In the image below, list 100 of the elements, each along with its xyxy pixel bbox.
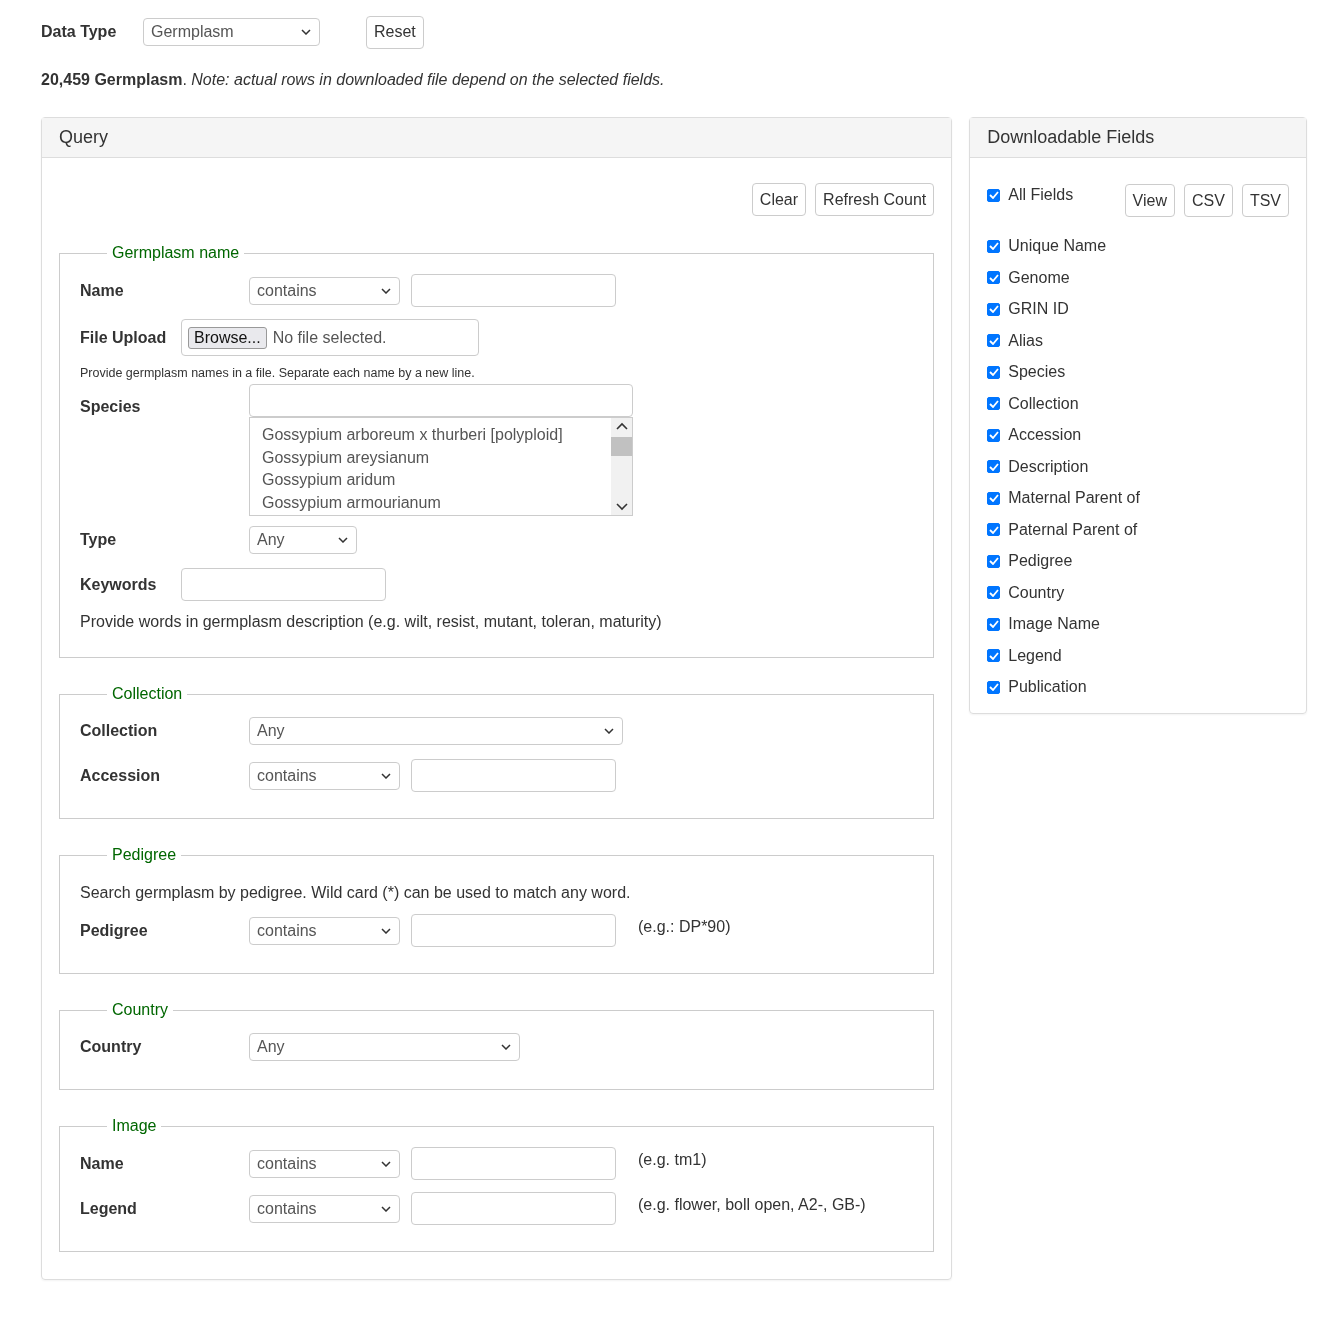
input-field[interactable] bbox=[411, 759, 616, 792]
field-label: Type bbox=[80, 531, 118, 549]
checkbox-label: Collection bbox=[1008, 394, 1079, 413]
fieldset-legend: Image bbox=[107, 1117, 162, 1135]
checkbox[interactable] bbox=[987, 617, 1001, 631]
field-label: Pedigree bbox=[80, 921, 149, 940]
operator-select[interactable]: contains bbox=[249, 276, 400, 305]
scrollbar-thumb[interactable] bbox=[611, 437, 632, 456]
panel-title: Query bbox=[42, 118, 952, 158]
checkbox-label: Genome bbox=[1008, 268, 1070, 287]
checkbox-label: Image Name bbox=[1008, 615, 1100, 634]
checkbox-label: All Fields bbox=[1008, 186, 1074, 204]
input-field[interactable] bbox=[411, 1147, 616, 1180]
input-field[interactable] bbox=[411, 914, 616, 947]
caret-icon bbox=[381, 1205, 391, 1212]
field-label: Collection bbox=[80, 722, 159, 740]
checkbox[interactable] bbox=[987, 428, 1001, 442]
field-label: Name bbox=[80, 281, 125, 300]
input-field[interactable] bbox=[411, 1192, 616, 1225]
checkbox-label: Pedigree bbox=[1008, 552, 1073, 571]
fieldset-legend: Germplasm name bbox=[107, 244, 245, 262]
checkbox-label: Maternal Parent of bbox=[1008, 489, 1140, 508]
caret-icon bbox=[381, 1160, 391, 1167]
checkbox[interactable] bbox=[987, 365, 1001, 379]
caret-icon bbox=[301, 29, 311, 35]
caret-icon bbox=[381, 927, 391, 934]
dropdown-select[interactable]: Any bbox=[249, 717, 623, 745]
fieldset-legend: Country bbox=[107, 1001, 174, 1019]
scroll-down-icon[interactable] bbox=[615, 503, 628, 511]
species-option[interactable]: Gossypium armourianum bbox=[262, 491, 611, 514]
checkbox[interactable] bbox=[987, 334, 1001, 348]
example-hint: (e.g. flower, boll open, A2-, GB-) bbox=[638, 1195, 866, 1214]
field-label: File Upload bbox=[80, 328, 168, 347]
dropdown-select[interactable]: Any bbox=[249, 526, 357, 554]
checkbox[interactable] bbox=[987, 271, 1001, 285]
field-label: Species bbox=[80, 397, 142, 416]
checkbox[interactable] bbox=[987, 188, 1001, 202]
fieldset-legend: Pedigree bbox=[107, 846, 182, 864]
species-search-field[interactable] bbox=[249, 384, 633, 417]
checkbox[interactable] bbox=[987, 397, 1001, 411]
data-type-label: Data Type bbox=[41, 23, 118, 41]
checkbox[interactable] bbox=[987, 586, 1001, 600]
fieldset-legend: Collection bbox=[107, 685, 188, 703]
caret-icon bbox=[501, 1044, 511, 1050]
file-input[interactable]: Browse... No file selected. bbox=[181, 319, 479, 356]
input-field[interactable] bbox=[411, 274, 616, 307]
caret-icon bbox=[604, 728, 614, 734]
species-option[interactable]: Gossypium aridum bbox=[262, 469, 611, 492]
checkbox-label: Legend bbox=[1008, 646, 1062, 665]
help-text: Provide words in germplasm description (e.g. wilt, resist, mutant, toleran, maturity) bbox=[80, 613, 663, 631]
checkbox-label: Alias bbox=[1008, 331, 1043, 350]
example-hint: (e.g. tm1) bbox=[638, 1150, 707, 1169]
checkbox-label: GRIN ID bbox=[1008, 300, 1069, 319]
scrollbar[interactable] bbox=[611, 418, 632, 515]
checkbox[interactable] bbox=[987, 239, 1001, 253]
summary-text: 20,459 Germplasm. Note: actual rows in downloaded file depend on the selected fields. bbox=[41, 71, 666, 89]
scroll-up-icon[interactable] bbox=[615, 422, 628, 430]
download-button[interactable]: View bbox=[1124, 184, 1175, 217]
query-button[interactable]: Refresh Count bbox=[815, 183, 935, 216]
checkbox-label: Country bbox=[1008, 583, 1065, 602]
checkbox[interactable] bbox=[987, 523, 1001, 537]
file-status: No file selected. bbox=[272, 328, 387, 347]
species-listbox[interactable]: Gossypium arboreum x thurberi [polyploid] Gossypium areysianum Gossypium aridum Gossypium armourianum bbox=[249, 417, 633, 516]
help-text: Provide germplasm names in a file. Separate each name by a new line. bbox=[80, 366, 476, 380]
data-type-select[interactable]: Germplasm bbox=[143, 18, 320, 46]
caret-icon bbox=[381, 772, 391, 779]
species-option[interactable]: Gossypium arboreum x thurberi [polyploid] bbox=[262, 424, 611, 447]
help-text: Search germplasm by pedigree. Wild card (*) can be used to match any word. bbox=[80, 884, 632, 902]
checkbox-label: Publication bbox=[1008, 678, 1087, 697]
operator-select[interactable]: contains bbox=[249, 1194, 400, 1223]
query-button[interactable]: Clear bbox=[751, 183, 807, 216]
checkbox[interactable] bbox=[987, 491, 1001, 505]
checkbox-label: Description bbox=[1008, 457, 1089, 476]
dropdown-select[interactable]: Any bbox=[249, 1033, 520, 1061]
field-label: Legend bbox=[80, 1199, 138, 1218]
checkbox-label: Unique Name bbox=[1008, 237, 1107, 256]
caret-icon bbox=[338, 537, 348, 543]
checkbox-label: Paternal Parent of bbox=[1008, 520, 1138, 539]
checkbox[interactable] bbox=[987, 554, 1001, 568]
field-label: Keywords bbox=[80, 575, 158, 594]
checkbox[interactable] bbox=[987, 649, 1001, 663]
download-button[interactable]: CSV bbox=[1183, 184, 1233, 217]
caret-icon bbox=[381, 287, 391, 294]
species-option[interactable]: Gossypium areysianum bbox=[262, 446, 611, 469]
download-button[interactable]: TSV bbox=[1241, 184, 1289, 217]
field-label: Country bbox=[80, 1038, 143, 1056]
browse-button[interactable]: Browse... bbox=[188, 326, 267, 349]
checkbox-label: Species bbox=[1008, 363, 1066, 382]
example-hint: (e.g.: DP*90) bbox=[638, 917, 731, 936]
panel-title: Downloadable Fields bbox=[970, 118, 1306, 158]
checkbox[interactable] bbox=[987, 460, 1001, 474]
operator-select[interactable]: contains bbox=[249, 1149, 400, 1178]
operator-select[interactable]: contains bbox=[249, 916, 400, 945]
field-label: Accession bbox=[80, 766, 162, 785]
checkbox[interactable] bbox=[987, 680, 1001, 694]
operator-select[interactable]: contains bbox=[249, 761, 400, 790]
reset-button[interactable]: Reset bbox=[366, 15, 424, 49]
checkbox[interactable] bbox=[987, 302, 1001, 316]
keywords-field[interactable] bbox=[181, 568, 386, 601]
field-label: Name bbox=[80, 1154, 125, 1173]
